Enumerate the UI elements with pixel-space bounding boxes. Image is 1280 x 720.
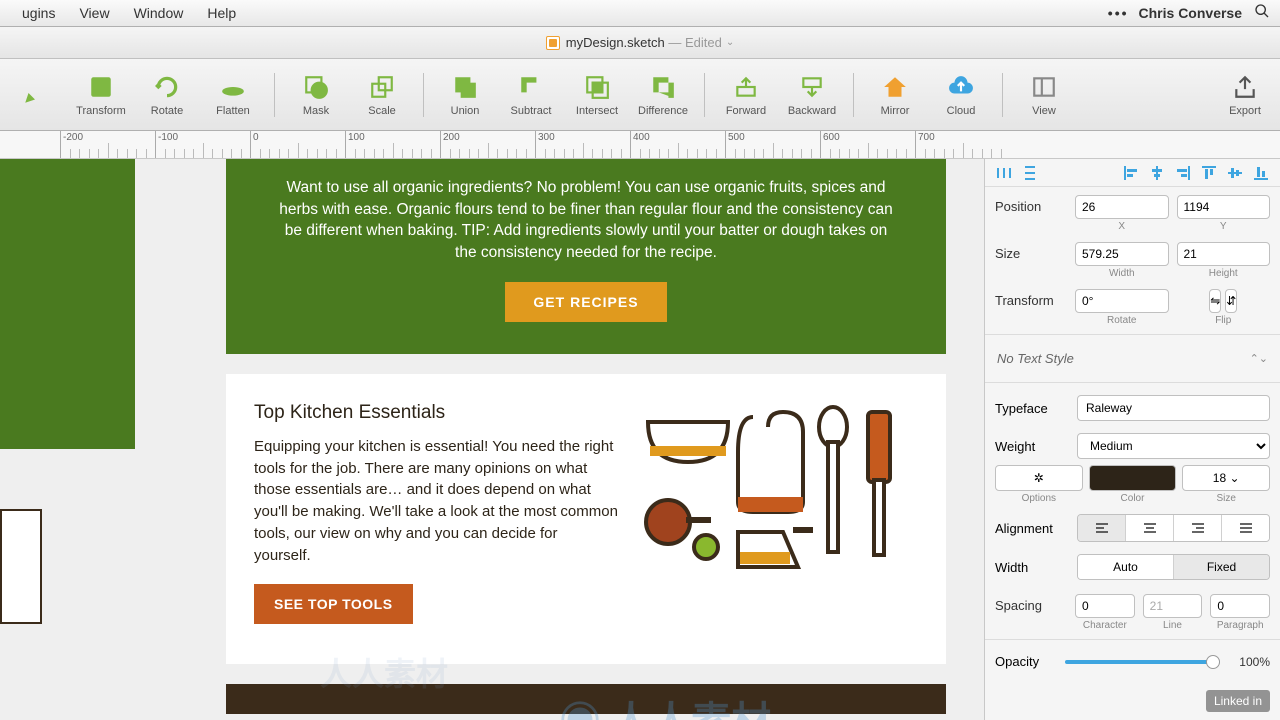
position-x-input[interactable] — [1075, 195, 1169, 219]
section-heading[interactable]: Top Kitchen Essentials — [254, 402, 618, 424]
alignment-label: Alignment — [995, 521, 1067, 536]
linkedin-badge: Linked in — [1206, 690, 1270, 712]
menu-plugins[interactable]: ugins — [10, 5, 67, 21]
system-menubar: ugins View Window Help ••• Chris Convers… — [0, 0, 1280, 27]
updown-icon: ⌃⌄ — [1250, 352, 1268, 365]
artboard-fragment-box[interactable] — [0, 509, 42, 624]
artboard-main[interactable]: Want to use all organic ingredients? No … — [226, 159, 946, 714]
spacing-label: Spacing — [995, 594, 1067, 613]
inspector-align-row — [985, 159, 1280, 187]
align-right-icon[interactable] — [1172, 163, 1194, 183]
text-color-swatch[interactable] — [1089, 465, 1177, 491]
footer-bar[interactable] — [226, 684, 946, 714]
align-bottom-icon[interactable] — [1250, 163, 1272, 183]
difference-tool[interactable]: Difference — [636, 73, 690, 117]
backward-tool[interactable]: Backward — [785, 73, 839, 117]
transform-label: Transform — [995, 289, 1067, 308]
menu-help[interactable]: Help — [195, 5, 248, 21]
document-icon — [546, 36, 560, 50]
user-name: Chris Converse — [1139, 5, 1242, 21]
text-width-label: Width — [995, 560, 1067, 575]
view-tool[interactable]: View — [1017, 73, 1071, 117]
align-center-h-icon[interactable] — [1146, 163, 1168, 183]
weight-label: Weight — [995, 439, 1067, 454]
align-center-v-icon[interactable] — [1224, 163, 1246, 183]
window-titlebar: myDesign.sketch — Edited ⌄ — [0, 27, 1280, 59]
position-y-input[interactable] — [1177, 195, 1271, 219]
section-body-text[interactable]: Equipping your kitchen is essential! You… — [254, 436, 618, 567]
weight-select[interactable]: Medium — [1077, 433, 1270, 459]
text-align-right-button[interactable] — [1174, 515, 1222, 541]
document-filename[interactable]: myDesign.sketch — [566, 35, 665, 50]
forward-tool[interactable]: Forward — [719, 73, 773, 117]
kitchen-tools-illustration[interactable] — [638, 402, 918, 582]
menu-view[interactable]: View — [67, 5, 121, 21]
opacity-value: 100% — [1230, 655, 1270, 669]
rotate-input[interactable] — [1075, 289, 1169, 313]
hero-body-text[interactable]: Want to use all organic ingredients? No … — [276, 177, 896, 264]
width-fixed-button[interactable]: Fixed — [1174, 555, 1269, 579]
flip-v-button[interactable]: ⇵ — [1225, 289, 1237, 313]
opacity-slider[interactable] — [1065, 660, 1220, 664]
distribute-h-icon[interactable] — [993, 163, 1015, 183]
canvas[interactable]: Want to use all organic ingredients? No … — [0, 159, 984, 720]
get-recipes-button[interactable]: GET RECIPES — [505, 282, 666, 322]
flip-h-button[interactable]: ⇋ — [1209, 289, 1221, 313]
font-size-input[interactable]: 18 ⌄ — [1182, 465, 1270, 491]
character-spacing-input[interactable] — [1075, 594, 1135, 618]
position-label: Position — [995, 195, 1067, 214]
app-toolbar: Transform Rotate Flatten Mask Scale Unio… — [0, 59, 1280, 131]
cloud-tool[interactable]: Cloud — [934, 73, 988, 117]
scale-tool[interactable]: Scale — [355, 73, 409, 117]
menu-window[interactable]: Window — [122, 5, 196, 21]
size-width-input[interactable] — [1075, 242, 1169, 266]
width-auto-button[interactable]: Auto — [1078, 555, 1174, 579]
size-height-input[interactable] — [1177, 242, 1271, 266]
artboard-fragment-green[interactable] — [0, 159, 135, 449]
align-top-icon[interactable] — [1198, 163, 1220, 183]
text-options-button[interactable]: ✲ — [995, 465, 1083, 491]
subtract-tool[interactable]: Subtract — [504, 73, 558, 117]
typeface-label: Typeface — [995, 401, 1067, 416]
text-align-left-button[interactable] — [1078, 515, 1126, 541]
flatten-tool[interactable]: Flatten — [206, 73, 260, 117]
inspector-panel: Position X Y Size Width Height Transform… — [984, 159, 1280, 720]
distribute-v-icon[interactable] — [1019, 163, 1041, 183]
horizontal-ruler: -200-1000100200300400500600700 — [0, 131, 1280, 159]
see-top-tools-button[interactable]: SEE TOP TOOLS — [254, 584, 413, 624]
line-spacing-input[interactable] — [1143, 594, 1203, 618]
titlebar-chevron-icon[interactable]: ⌄ — [726, 37, 734, 48]
size-label: Size — [995, 242, 1067, 261]
align-left-icon[interactable] — [1120, 163, 1142, 183]
hero-section[interactable]: Want to use all organic ingredients? No … — [226, 159, 946, 354]
union-tool[interactable]: Union — [438, 73, 492, 117]
export-tool[interactable]: Export — [1218, 73, 1272, 117]
spotlight-search-icon[interactable] — [1254, 3, 1270, 24]
document-edited-status: — Edited — [665, 35, 722, 50]
rotate-tool[interactable]: Rotate — [140, 73, 194, 117]
paragraph-spacing-input[interactable] — [1210, 594, 1270, 618]
text-style-selector[interactable]: No Text Style ⌃⌄ — [985, 341, 1280, 376]
edit-tool[interactable] — [8, 73, 62, 117]
mirror-tool[interactable]: Mirror — [868, 73, 922, 117]
text-align-justify-button[interactable] — [1222, 515, 1269, 541]
opacity-label: Opacity — [995, 654, 1055, 669]
overflow-icon[interactable]: ••• — [1108, 5, 1129, 21]
mask-tool[interactable]: Mask — [289, 73, 343, 117]
essentials-section[interactable]: Top Kitchen Essentials Equipping your ki… — [226, 374, 946, 665]
text-align-center-button[interactable] — [1126, 515, 1174, 541]
transform-tool[interactable]: Transform — [74, 73, 128, 117]
intersect-tool[interactable]: Intersect — [570, 73, 624, 117]
typeface-select[interactable] — [1077, 395, 1270, 421]
